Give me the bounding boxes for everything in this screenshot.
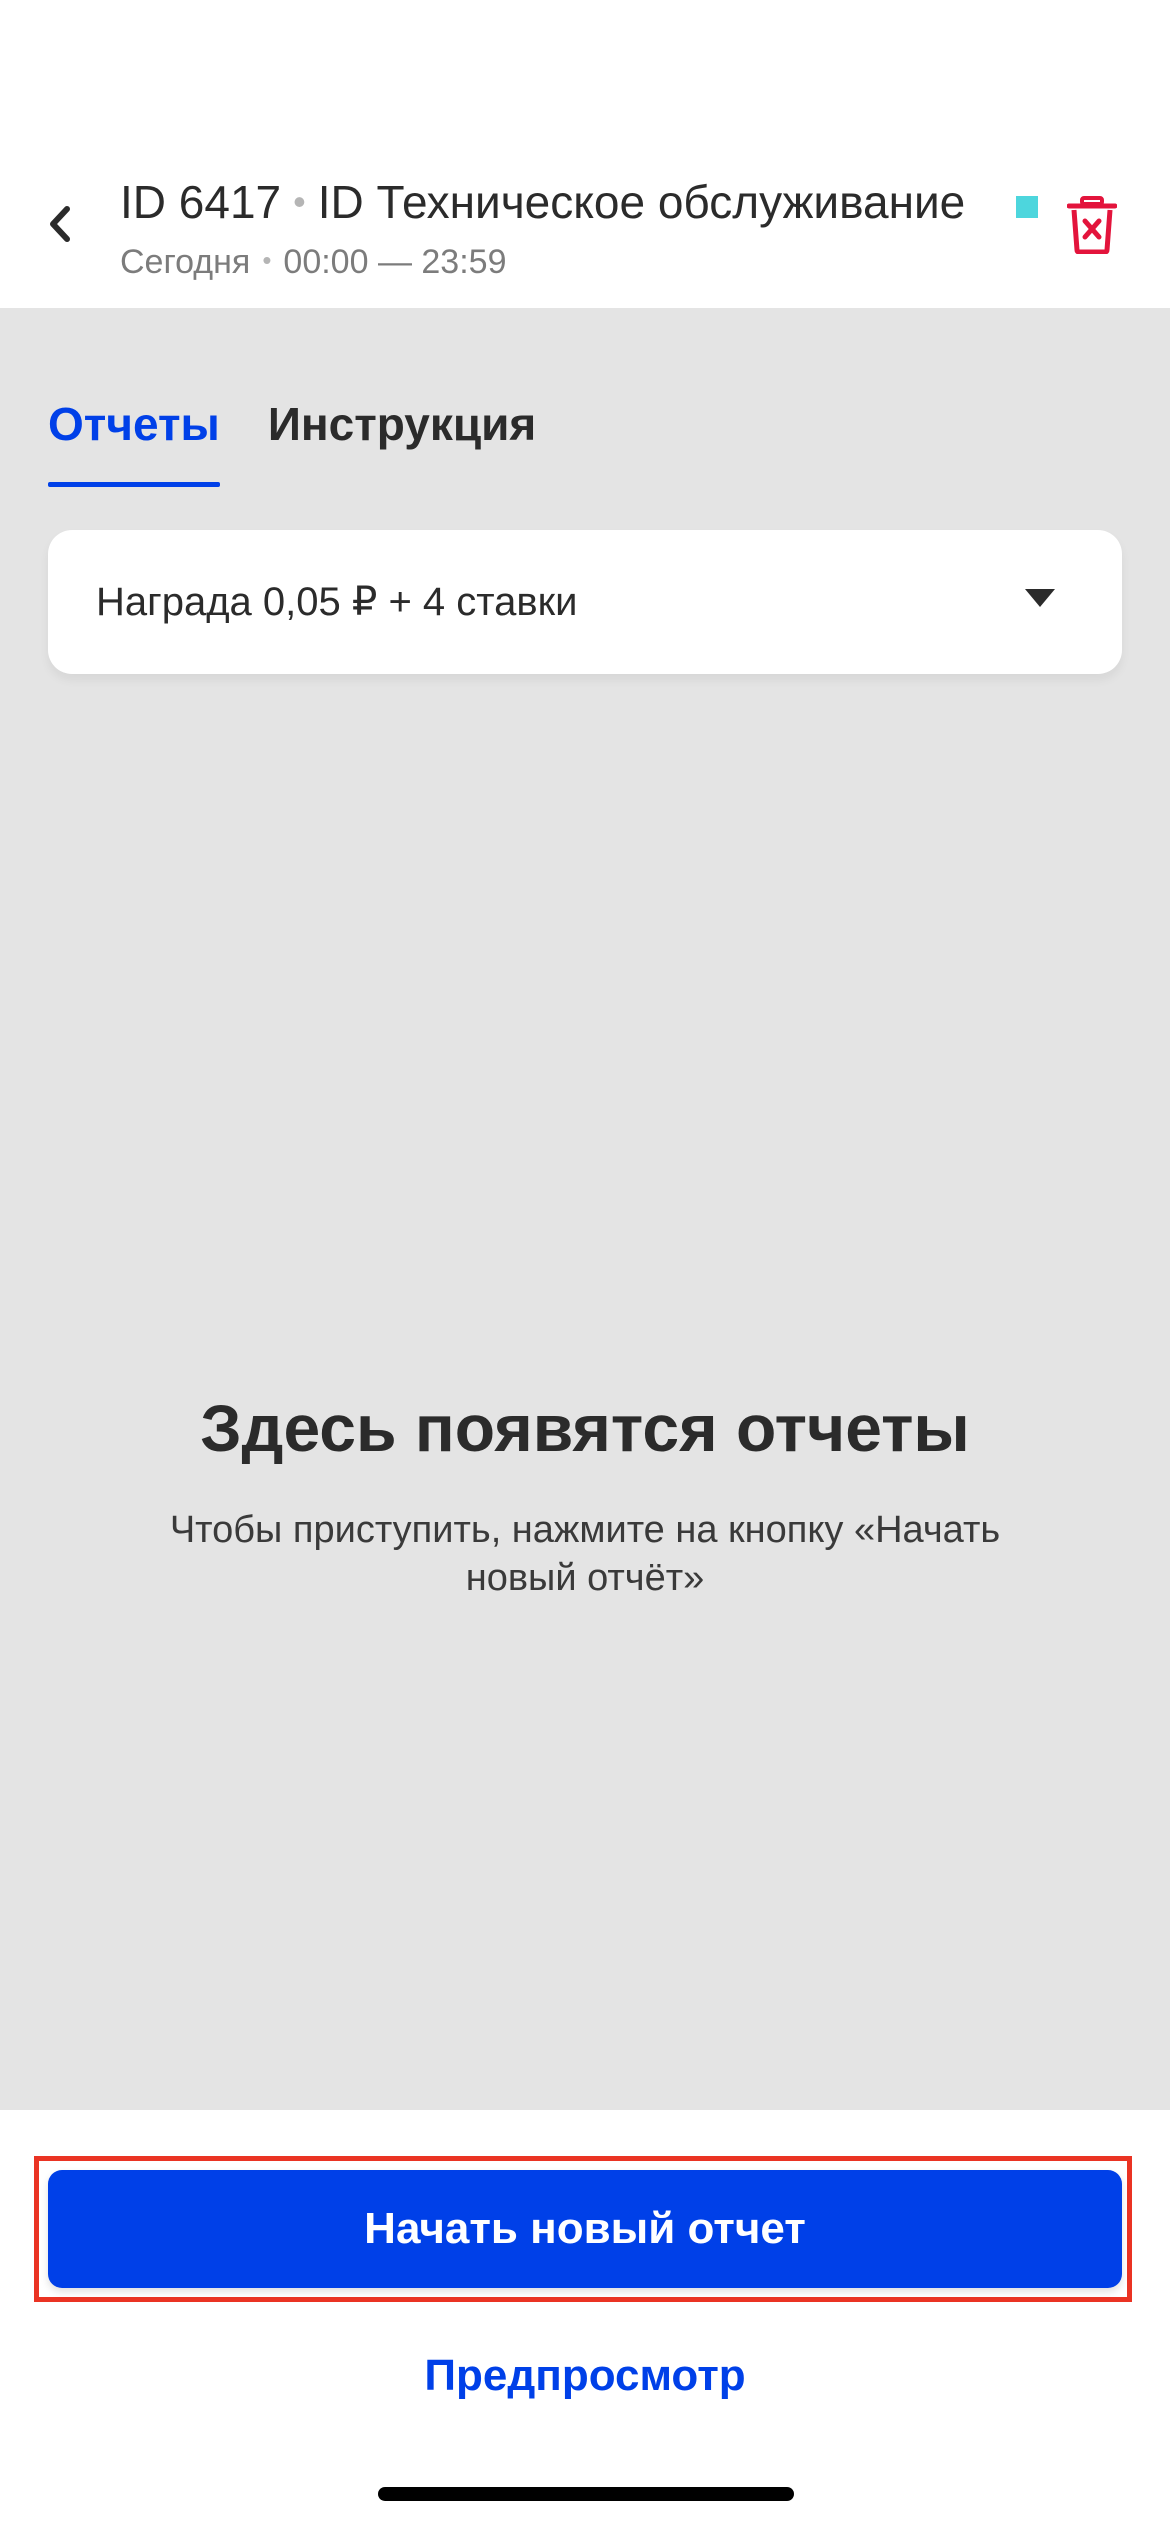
delete-button[interactable] xyxy=(1060,190,1124,260)
task-date: Сегодня xyxy=(120,243,251,281)
main-content: Отчеты Инструкция Награда 0,05 ₽ + 4 ста… xyxy=(0,308,1170,2110)
empty-state-title: Здесь появятся отчеты xyxy=(200,1391,970,1465)
trash-icon xyxy=(1067,196,1117,254)
back-button[interactable] xyxy=(24,180,94,268)
chevron-left-icon xyxy=(50,206,70,242)
task-id: ID 6417 xyxy=(120,176,282,228)
home-indicator xyxy=(378,2487,794,2501)
reward-label: Награда 0,05 ₽ + 4 ставки xyxy=(96,580,578,624)
tab-bar: Отчеты Инструкция xyxy=(48,388,536,488)
task-schedule: Сегодня • 00:00 — 23:59 xyxy=(120,238,506,284)
caret-down-icon xyxy=(1025,589,1055,607)
reward-dropdown[interactable]: Награда 0,05 ₽ + 4 ставки xyxy=(48,530,1122,674)
start-new-report-button[interactable]: Начать новый отчет xyxy=(48,2170,1122,2288)
preview-link[interactable]: Предпросмотр xyxy=(0,2346,1170,2406)
tab-reports[interactable]: Отчеты xyxy=(48,388,220,488)
status-indicator xyxy=(1016,196,1038,218)
task-time-range: 00:00 — 23:59 xyxy=(283,243,507,281)
task-name: ID Техническое обслуживание xyxy=(317,176,966,228)
empty-state-description: Чтобы приступить, нажмите на кнопку «Нач… xyxy=(169,1509,1001,1599)
header: ID 6417 • ID Техническое обслуживание Сего… xyxy=(0,0,1170,308)
task-title: ID 6417 • ID Техническое обслуживание xyxy=(120,172,965,232)
tab-instructions[interactable]: Инструкция xyxy=(268,388,536,488)
bottom-actions: Начать новый отчет Предпросмотр xyxy=(0,2110,1170,2532)
subtitle-separator: • xyxy=(262,245,272,275)
title-separator: • xyxy=(293,181,306,222)
